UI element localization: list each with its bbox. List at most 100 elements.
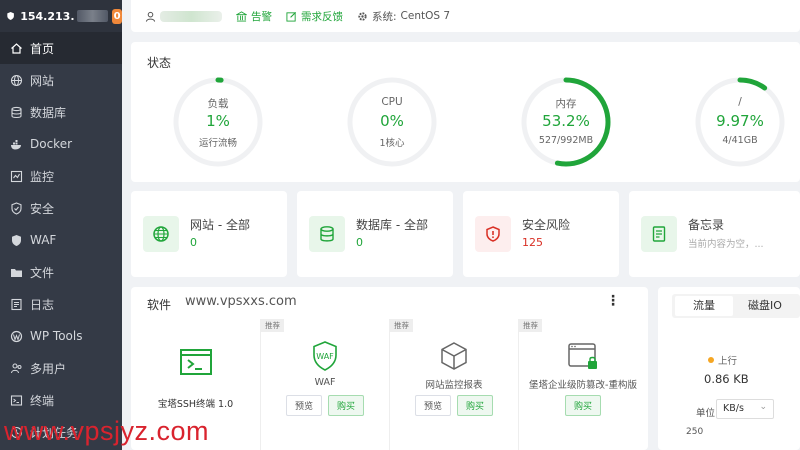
recommend-tag: 推荐	[261, 319, 284, 332]
gauge-value: 53.2%	[542, 112, 590, 130]
y-axis-tick: 250	[686, 427, 704, 437]
watermark-text: www.vpsxxs.com	[185, 294, 297, 309]
sidebar-item[interactable]: 监控	[0, 160, 122, 192]
gauge-value: 0%	[380, 112, 404, 130]
feedback-link[interactable]: 需求反馈	[286, 9, 343, 24]
svg-text:WAF: WAF	[316, 352, 334, 361]
tamper-proof-icon	[568, 343, 597, 369]
waf-icon	[10, 234, 23, 247]
top-bar: 告警 需求反馈 系统: CentOS 7	[131, 0, 800, 32]
gauge-label: CPU	[381, 96, 403, 108]
watermark-text: www.vpsjyz.com	[4, 416, 210, 446]
unit-label: 单位	[696, 408, 716, 419]
home-icon	[10, 42, 23, 55]
chevron-down-icon: ⌄	[759, 402, 767, 412]
sidebar-item-label: 网站	[30, 73, 55, 88]
wordpress-icon	[10, 330, 23, 343]
tab-disk-io[interactable]: 磁盘IO	[733, 296, 797, 316]
alert-link[interactable]: 告警	[236, 9, 272, 24]
gauge-value: 1%	[206, 112, 230, 130]
sidebar-item[interactable]: 首页	[0, 32, 122, 64]
sidebar-item-label: 监控	[30, 169, 55, 184]
overview-sites[interactable]: 网站 - 全部 0	[131, 191, 287, 277]
bank-icon	[236, 10, 247, 22]
sidebar-item-label: WP Tools	[30, 329, 83, 343]
recommend-tag: 推荐	[390, 319, 413, 332]
system-value: CentOS 7	[400, 10, 451, 22]
unit-select-value: KB/s	[723, 403, 744, 414]
upload-legend: 上行	[708, 353, 737, 367]
overview-memo[interactable]: 备忘录 当前内容为空，...	[629, 191, 800, 277]
sidebar-item[interactable]: WAF	[0, 224, 122, 256]
sidebar-item-label: 日志	[30, 297, 55, 312]
sidebar-item-label: WAF	[30, 233, 57, 247]
gauge-sub: 527/992MB	[538, 135, 594, 146]
software-name: WAF	[314, 377, 336, 388]
feedback-label: 需求反馈	[301, 10, 343, 23]
sidebar-item[interactable]: 网站	[0, 64, 122, 96]
overview-value[interactable]: 0	[190, 236, 197, 249]
upload-dot-icon	[708, 357, 714, 363]
overview-title: 网站 - 全部	[190, 218, 250, 232]
overview-security[interactable]: 安全风险 125	[463, 191, 619, 277]
sidebar-item-label: 数据库	[30, 105, 67, 120]
buy-button[interactable]: 购买	[457, 395, 494, 416]
users-icon	[10, 362, 23, 375]
sidebar-item-label: 终端	[30, 393, 55, 408]
monitor-icon	[10, 170, 23, 183]
gauge[interactable]: 负载 1% 运行流畅	[172, 76, 264, 168]
security-risk-icon	[475, 216, 511, 252]
sidebar-item[interactable]: 安全	[0, 192, 122, 224]
gauge[interactable]: CPU 0% 1核心	[346, 76, 438, 168]
user-info[interactable]	[145, 10, 222, 22]
gauge-label: 负载	[207, 98, 229, 110]
user-icon	[145, 11, 156, 22]
globe-icon	[143, 216, 179, 252]
globe-icon	[10, 74, 23, 87]
sidebar-item[interactable]: 数据库	[0, 96, 122, 128]
sidebar: 154.213. 0 首页网站数据库 Docker 监控安全 WAF 文件日志 WP To…	[0, 0, 122, 450]
gauge-label: 内存	[555, 98, 577, 110]
unit-select[interactable]: KB/s ⌄	[716, 399, 774, 419]
buy-button[interactable]: 购买	[564, 395, 601, 416]
software-name: 网站监控报表	[425, 380, 483, 391]
gauge[interactable]: 内存 53.2% 527/992MB	[520, 76, 612, 168]
software-item[interactable]: 推荐 堡塔企业级防篡改-重构版 购买	[518, 319, 647, 450]
software-item[interactable]: 推荐 WAF WAF 预览 购买	[260, 319, 389, 450]
gauge-sub: 运行流畅	[198, 138, 237, 149]
docker-icon	[10, 138, 23, 151]
gauge[interactable]: / 9.97% 4/41GB	[694, 76, 786, 168]
server-ip-redaction	[76, 10, 109, 22]
overview-value[interactable]: 125	[522, 236, 543, 249]
server-header[interactable]: 154.213. 0	[0, 0, 122, 32]
waf-icon: WAF	[313, 341, 337, 371]
overview-title: 数据库 - 全部	[356, 218, 428, 232]
sidebar-item[interactable]: 多用户	[0, 352, 122, 384]
sidebar-item[interactable]: 日志	[0, 288, 122, 320]
notification-badge[interactable]: 0	[112, 8, 122, 24]
overview-databases[interactable]: 数据库 - 全部 0	[297, 191, 453, 277]
tab-traffic[interactable]: 流量	[675, 296, 733, 316]
overview-value[interactable]: 0	[356, 236, 363, 249]
buy-button[interactable]: 购买	[328, 395, 365, 416]
upload-value: 0.86 KB	[704, 372, 749, 386]
sidebar-item-label: 文件	[30, 265, 55, 280]
sidebar-item[interactable]: 文件	[0, 256, 122, 288]
software-name: 堡塔企业级防篡改-重构版	[529, 380, 637, 391]
shield-icon	[10, 201, 23, 215]
sidebar-item-label: 安全	[30, 201, 55, 216]
status-title: 状态	[147, 56, 172, 70]
sidebar-item-label: 多用户	[30, 361, 67, 376]
software-title: 软件	[147, 298, 172, 312]
more-menu-icon[interactable]: ⋮	[606, 293, 620, 309]
software-item[interactable]: 推荐 网站监控报表 预览 购买	[389, 319, 518, 450]
preview-button[interactable]: 预览	[285, 395, 322, 416]
preview-button[interactable]: 预览	[414, 395, 451, 416]
sidebar-item[interactable]: WP Tools	[0, 320, 122, 352]
sidebar-item[interactable]: 终端	[0, 384, 122, 416]
log-icon	[10, 298, 23, 311]
sidebar-item[interactable]: Docker	[0, 128, 122, 160]
terminal-icon	[10, 394, 23, 407]
folder-icon	[10, 266, 23, 279]
alert-label: 告警	[251, 10, 272, 23]
